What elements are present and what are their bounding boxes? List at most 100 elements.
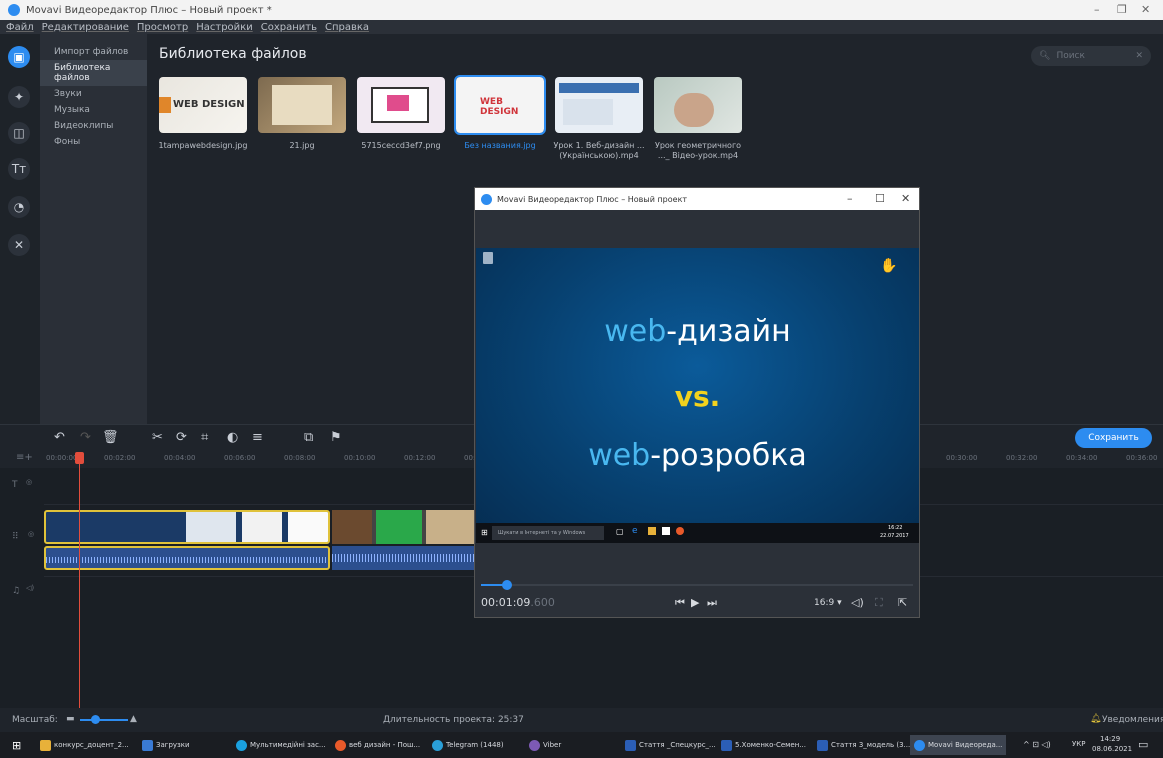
play-icon[interactable]: ▶ [691, 596, 699, 609]
skip-forward-icon[interactable]: ⏭ [707, 596, 717, 610]
side-item-backgrounds[interactable]: Фоны [40, 134, 147, 150]
side-item-library[interactable]: Библиотека файлов [40, 60, 147, 86]
ruler-tick: 00:36:00 [1126, 454, 1158, 462]
audio-waveform-clip[interactable] [44, 546, 330, 570]
volume-icon[interactable]: ◁) [851, 596, 864, 609]
minimize-button[interactable]: – [1094, 3, 1100, 16]
redo-icon[interactable]: ↷ [80, 430, 91, 445]
edge-icon [236, 739, 247, 751]
taskbar-item[interactable]: конкурс_доцент_2... [40, 738, 129, 752]
preview-close-button[interactable]: ✕ [901, 192, 910, 205]
video-frame[interactable]: ✋ web-дизайн vs. web-розробка ⊞ Шукати в… [476, 248, 919, 543]
marker-flag-icon[interactable]: ⚑ [330, 430, 342, 445]
color-adjust-icon[interactable]: ◐ [227, 430, 238, 445]
menu-save[interactable]: Сохранить [261, 22, 317, 33]
aspect-ratio-select[interactable]: 16:9 ▾ [814, 598, 842, 608]
more-tools-icon[interactable]: ✕ [8, 234, 30, 256]
taskbar-item[interactable]: 5.Хоменко-Семен... [721, 738, 806, 752]
undo-icon[interactable]: ↶ [54, 430, 65, 445]
track-visibility-icon[interactable]: ◎ [26, 478, 70, 486]
notifications-label[interactable]: Уведомления [1102, 715, 1163, 725]
maximize-button[interactable]: ❐ [1117, 3, 1127, 16]
side-item-videoclips[interactable]: Видеоклипы [40, 118, 147, 134]
library-thumbnail[interactable] [654, 77, 742, 133]
preview-maximize-button[interactable]: ☐ [875, 192, 885, 205]
audio-waveform-clip[interactable] [332, 546, 474, 570]
action-center-icon[interactable]: ▭ [1138, 738, 1148, 751]
close-button[interactable]: ✕ [1141, 3, 1150, 16]
playback-progress-handle[interactable] [501, 580, 512, 590]
taskbar-item[interactable]: Загрузки [142, 738, 190, 752]
add-track-icon[interactable]: ≡+ [16, 452, 33, 463]
taskbar-item[interactable]: Telegram (1448) [432, 738, 504, 752]
side-item-sounds[interactable]: Звуки [40, 86, 147, 102]
taskbar-item[interactable]: Стаття _Спецкурс_... [625, 738, 716, 752]
bell-icon[interactable]: 🔔︎ [1090, 714, 1101, 724]
word-icon [625, 739, 636, 751]
side-item-import[interactable]: Импорт файлов [40, 44, 147, 60]
menu-view[interactable]: Просмотр [137, 22, 188, 33]
zoom-label: Масштаб: [12, 715, 58, 725]
taskbar-item-active[interactable]: Movavi Видеореда... [910, 735, 1007, 755]
zoom-in-icon[interactable]: ▲ [130, 714, 137, 724]
menu-edit[interactable]: Редактирование [42, 22, 129, 33]
playhead[interactable] [79, 452, 80, 708]
preview-minimize-button[interactable]: – [847, 192, 853, 205]
stickers-icon[interactable]: ◔ [8, 196, 30, 218]
zoom-slider[interactable] [80, 719, 128, 721]
library-thumbnail[interactable]: WEB DESIGN [159, 77, 247, 133]
playback-progress-bar[interactable] [481, 580, 913, 590]
zoom-out-icon[interactable]: ▬ [66, 714, 75, 724]
clock-date[interactable]: 08.06.2021 [1092, 745, 1132, 753]
library-thumbnail[interactable] [258, 77, 346, 133]
library-thumbnail-selected[interactable]: WEB DESIGN [454, 75, 546, 135]
taskbar-item[interactable]: Viber [529, 738, 561, 752]
side-item-music[interactable]: Музыка [40, 102, 147, 118]
clear-search-icon[interactable]: ✕ [1135, 51, 1143, 61]
library-thumbnail[interactable] [357, 77, 445, 133]
timecode: 00:01:09.600 [481, 596, 555, 609]
hand-logo-icon: ✋ [880, 258, 898, 274]
delete-icon[interactable]: 🗑︎ [102, 430, 119, 445]
import-tool-icon[interactable]: ▣ [8, 46, 30, 68]
detach-preview-icon[interactable]: ⇱ [898, 596, 907, 609]
skip-back-icon[interactable]: ⏮ [675, 596, 685, 610]
movavi-logo-icon [8, 4, 20, 16]
ruler-tick: 00:34:00 [1066, 454, 1098, 462]
music-mute-icon[interactable]: ◁) [26, 584, 70, 592]
rotate-icon[interactable]: ⟳ [176, 430, 187, 445]
tray-icons[interactable]: ^ ⊡ ◁) [1023, 740, 1051, 749]
overlay-icon[interactable]: ⧉ [304, 430, 313, 445]
crop-icon[interactable]: ⌗ [201, 430, 208, 445]
taskbar-item[interactable]: Мультимедійні зас... [236, 738, 326, 752]
taskbar-item[interactable]: веб дизайн - Пош... [335, 738, 420, 752]
windows-taskbar: ⊞ конкурс_доцент_2... Загрузки Мультимед… [0, 732, 1163, 758]
taskbar-item[interactable]: Стаття 3_модель (3... [817, 738, 910, 752]
input-language[interactable]: УКР [1072, 740, 1085, 748]
zoom-slider-handle[interactable] [91, 715, 100, 724]
library-thumbnail[interactable] [555, 77, 643, 133]
word-icon [721, 739, 732, 751]
windows-start-icon[interactable]: ⊞ [12, 739, 21, 752]
inner-store-icon [662, 527, 670, 535]
menu-file[interactable]: Файл [6, 22, 34, 33]
video-text-web: web [604, 314, 667, 349]
clock-time[interactable]: 14:29 [1100, 735, 1120, 743]
preview-window: Movavi Видеоредактор Плюс – Новый проект… [474, 187, 920, 618]
video-clip[interactable] [332, 510, 474, 544]
titles-icon[interactable]: Tт [8, 158, 30, 180]
fullscreen-icon[interactable]: ⛶ [875, 596, 883, 610]
menu-help[interactable]: Справка [325, 22, 369, 33]
video-clip[interactable] [44, 510, 330, 544]
ruler-tick: 00:30:00 [946, 454, 978, 462]
playhead-handle[interactable] [75, 452, 84, 464]
search-input[interactable]: 🔍︎ Поиск ✕ [1031, 46, 1151, 66]
transitions-icon[interactable]: ◫ [8, 122, 30, 144]
properties-icon[interactable]: ≡ [252, 430, 263, 445]
magic-wand-icon[interactable]: ✦ [8, 86, 30, 108]
video-text-vs: vs. [674, 380, 721, 413]
file-name: 5715ceccd3ef7.png [361, 141, 441, 150]
save-button[interactable]: Сохранить [1075, 428, 1152, 448]
menu-settings[interactable]: Настройки [196, 22, 252, 33]
cut-icon[interactable]: ✂ [152, 430, 163, 445]
